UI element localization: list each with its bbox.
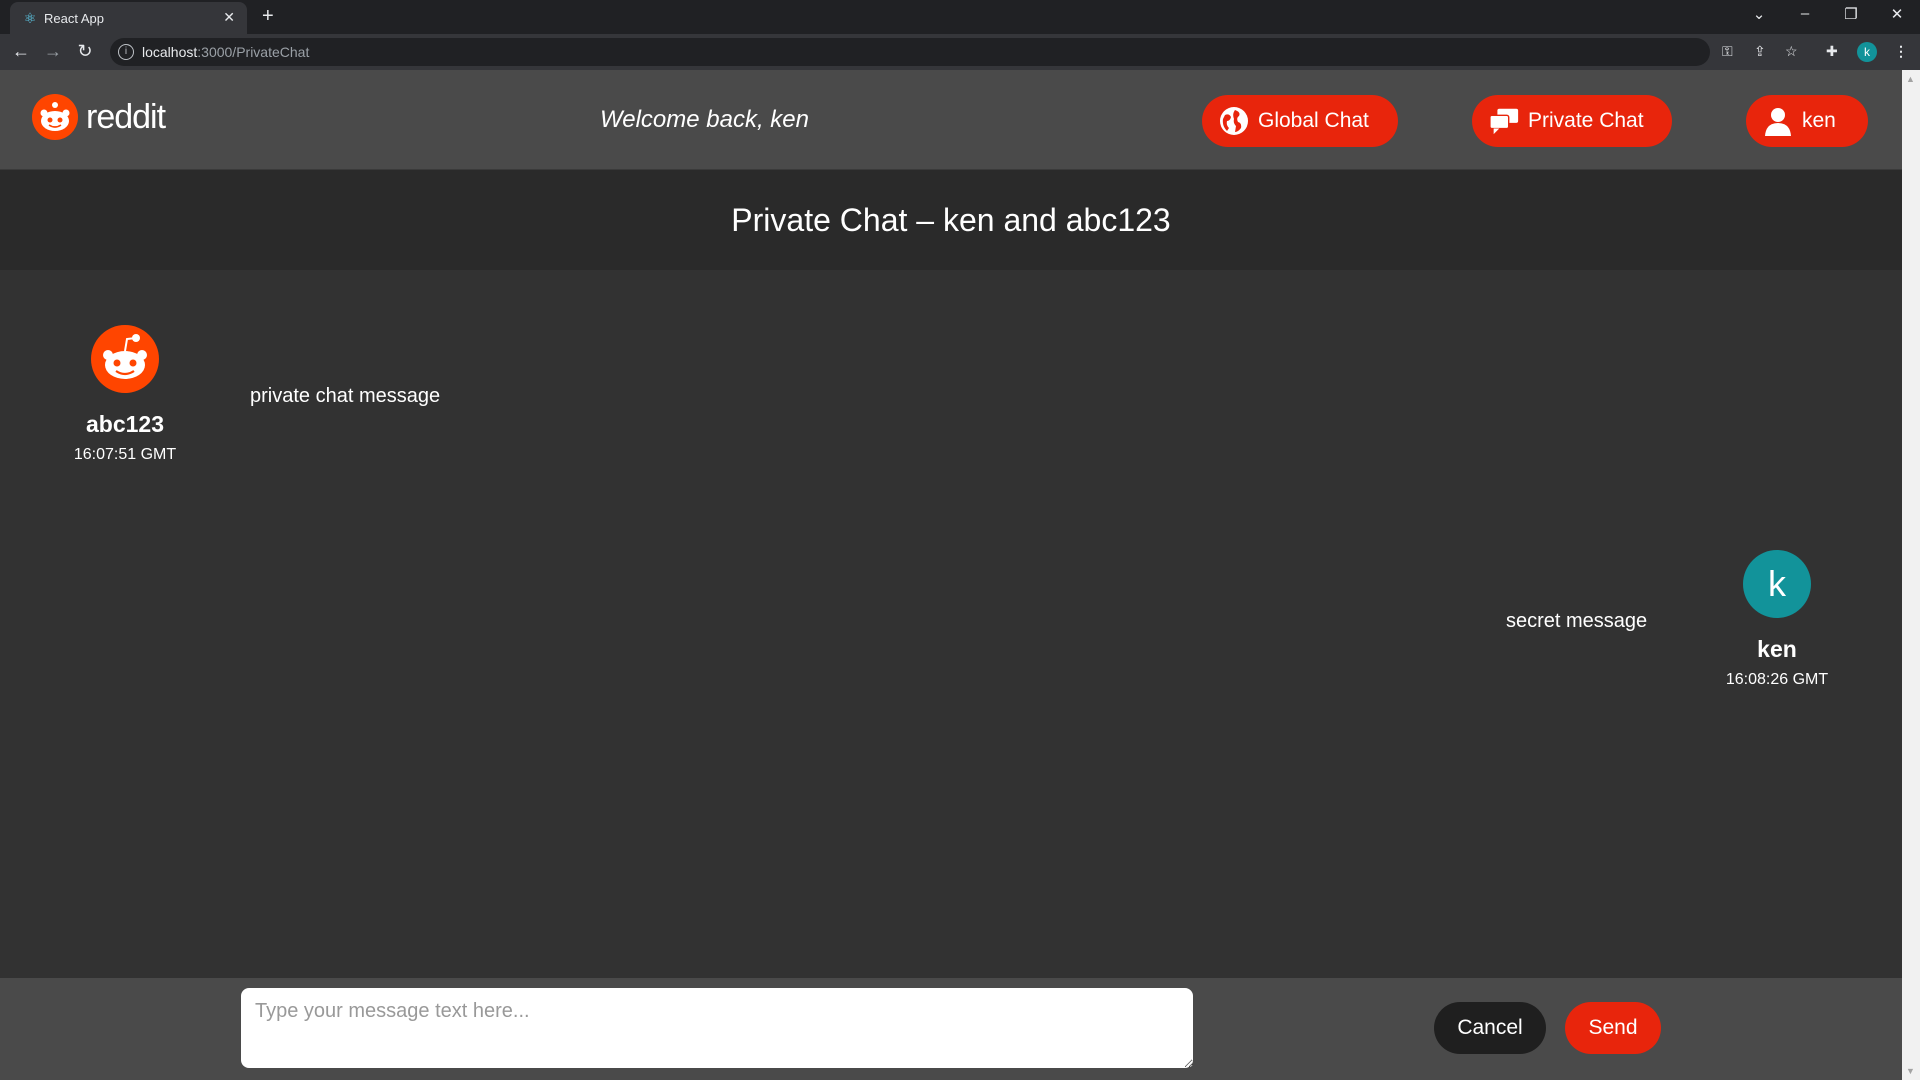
private-chat-button[interactable]: Private Chat	[1472, 95, 1672, 147]
chat-title-bar: Private Chat – ken and abc123	[0, 170, 1902, 270]
browser-menu-icon[interactable]: ⋮	[1894, 43, 1908, 60]
page-title: Private Chat – ken and abc123	[731, 202, 1171, 238]
address-bar[interactable]: i localhost:3000/PrivateChat	[110, 38, 1710, 66]
key-icon[interactable]: ⚿	[1722, 43, 1733, 60]
message-sender-ken: k ken 16:08:26 GMT	[1722, 550, 1832, 689]
welcome-message: Welcome back, ken	[600, 106, 809, 133]
message-input[interactable]	[241, 988, 1193, 1068]
browser-toolbar: ← → ↻ i localhost:3000/PrivateChat ⚿ ⇪ ☆…	[0, 34, 1920, 70]
scroll-down-icon[interactable]: ▼	[1906, 1066, 1915, 1076]
user-avatar[interactable]: k	[1743, 550, 1811, 618]
new-tab-button[interactable]: +	[262, 6, 274, 26]
reddit-wordmark: reddit	[86, 98, 166, 136]
share-icon[interactable]: ⇪	[1754, 43, 1766, 60]
profile-button[interactable]: ken	[1746, 95, 1868, 147]
message-composer: Cancel Send	[0, 978, 1902, 1080]
forward-arrow-icon[interactable]: →	[41, 41, 65, 62]
tab-title: React App	[44, 11, 104, 26]
browser-profile-avatar[interactable]: k	[1857, 42, 1877, 62]
minimize-button[interactable]: –	[1782, 5, 1828, 22]
message-username: abc123	[85, 411, 164, 437]
user-icon	[1762, 105, 1794, 137]
message-timestamp: 16:07:51 GMT	[73, 446, 177, 463]
private-chat-label: Private Chat	[1528, 109, 1644, 132]
send-button[interactable]: Send	[1565, 1002, 1661, 1054]
message-text: secret message	[1506, 610, 1648, 632]
profile-label: ken	[1802, 109, 1836, 132]
globe-icon	[1218, 105, 1250, 137]
bookmark-star-icon[interactable]: ☆	[1785, 43, 1798, 60]
reload-icon[interactable]: ↻	[73, 41, 97, 62]
back-arrow-icon[interactable]: ←	[9, 41, 33, 62]
reddit-logo-icon[interactable]	[32, 94, 78, 140]
cancel-button[interactable]: Cancel	[1434, 1002, 1546, 1054]
url-text: localhost:3000/PrivateChat	[142, 44, 310, 60]
global-chat-button[interactable]: Global Chat	[1202, 95, 1398, 147]
browser-tab[interactable]: ⚛ React App ✕	[10, 2, 247, 34]
chat-bubbles-icon	[1488, 105, 1520, 137]
window-close-button[interactable]: ✕	[1874, 5, 1920, 23]
tab-close-icon[interactable]: ✕	[223, 9, 235, 26]
extensions-icon[interactable]: ✚	[1826, 43, 1838, 60]
message-sender-abc123: abc123 16:07:51 GMT	[70, 325, 180, 464]
message-text: private chat message	[250, 385, 441, 407]
message-username: ken	[1757, 636, 1797, 662]
page-scrollbar[interactable]: ▲ ▼	[1902, 70, 1920, 1080]
tab-search-icon[interactable]: ⌄	[1736, 5, 1782, 23]
restore-button[interactable]: ❐	[1828, 5, 1874, 23]
global-chat-label: Global Chat	[1258, 109, 1369, 132]
scroll-up-icon[interactable]: ▲	[1906, 74, 1915, 84]
site-info-icon[interactable]: i	[118, 44, 134, 60]
react-icon: ⚛	[23, 10, 37, 26]
reddit-snoo-icon[interactable]	[91, 325, 159, 393]
browser-tabstrip: ⚛ React App ✕ + ⌄ – ❐ ✕	[0, 0, 1920, 34]
message-timestamp: 16:08:26 GMT	[1725, 671, 1829, 688]
app-header: reddit Welcome back, ken Global Chat Pri…	[0, 70, 1902, 170]
